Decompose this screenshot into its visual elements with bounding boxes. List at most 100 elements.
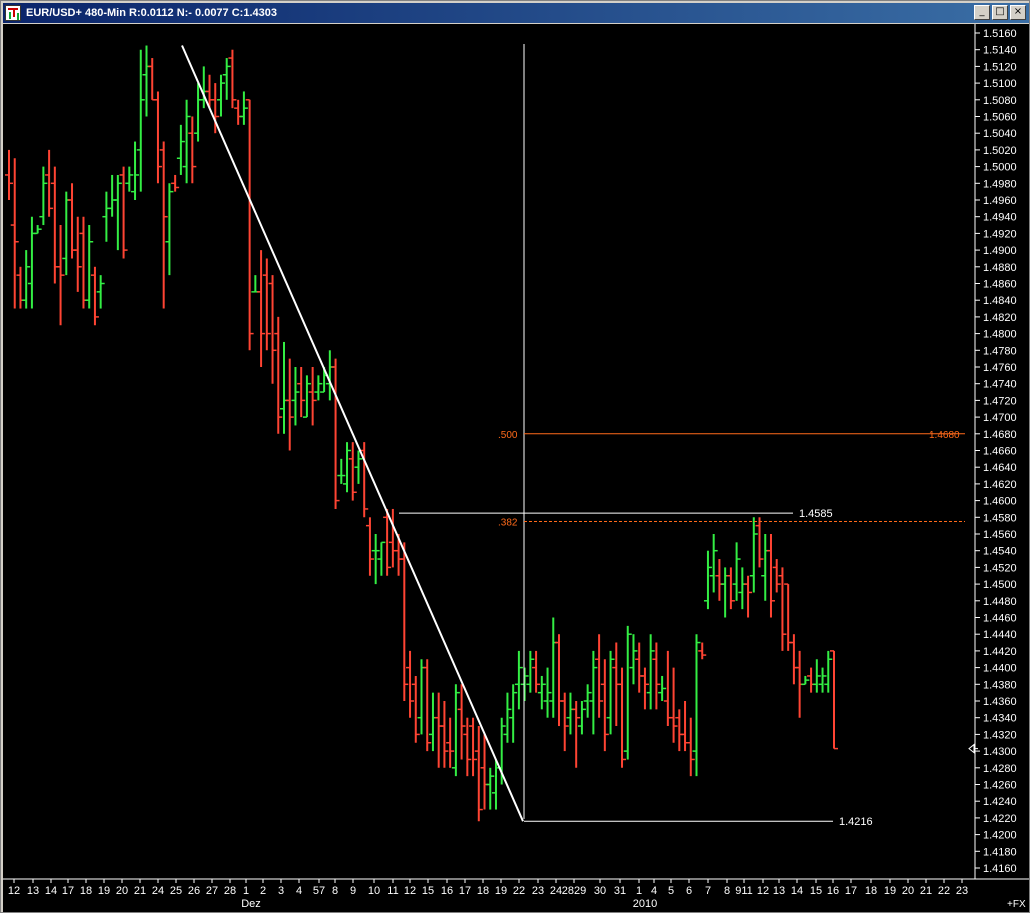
drawing-objects[interactable]: 1.4585 1.4216 .500 1.4680 .382 [181,44,965,828]
ohlc-bar [812,659,821,693]
ohlc-bar [274,316,283,434]
ohlc-bar [165,183,174,276]
price-tick-label: 1.5140 [983,45,1017,57]
instrument-corner-label: +FX [1007,899,1026,910]
price-tick-label: 1.5040 [983,128,1017,140]
chart-area[interactable]: 1.4585 1.4216.500 1.4680.382 1.5160 1.5140 1… [3,24,1029,912]
ohlc-bar [73,216,82,292]
time-tick-label: 14 [45,885,57,897]
time-tick-label: 17 [845,885,857,897]
ohlc-bar [68,183,77,259]
time-tick-label: 18 [80,885,92,897]
chart-app-icon[interactable] [5,5,21,21]
time-axis[interactable]: 12 13 14 17 18 19 20 21 24 25 26 27 28 1 2 3 4 57 8 9 10 11 12… [3,878,1029,910]
price-tick-label: 1.4520 [983,562,1017,574]
ohlc-bar [314,375,323,401]
price-tick-label: 1.4480 [983,596,1017,608]
time-tick-label: 5 [668,885,674,897]
time-tick-label: 9 [350,885,356,897]
ohlc-bar [726,567,735,610]
time-tick-label: 1 [243,885,249,897]
price-tick-label: 1.4700 [983,412,1017,424]
price-tick-label: 1.4400 [983,663,1017,675]
maximize-button[interactable]: □ [992,5,1008,20]
ohlc-bar [222,58,231,100]
ohlc-bar [119,166,128,259]
ohlc-bar [789,634,798,685]
ohlc-bar [125,166,134,192]
time-tick-label: 10 [368,885,380,897]
ohlc-bar [698,642,707,660]
time-tick-label: 16 [827,885,839,897]
ohlc-bar [766,534,775,618]
price-tick-label: 1.5000 [983,162,1017,174]
price-tick-label: 1.4500 [983,579,1017,591]
ohlc-bar [411,675,420,743]
ohlc-bar [480,734,489,810]
ohlc-bar [440,701,449,768]
ohlc-bar [652,642,661,710]
ohlc-bar [56,225,65,326]
ohlc-bar [16,266,25,309]
ohlc-bar [194,83,203,142]
time-tick-label: 8 [332,885,338,897]
ohlc-bar [90,266,99,326]
price-tick-label: 1.4940 [983,212,1017,224]
ohlc-bar [10,158,19,309]
time-tick-label: 18 [865,885,877,897]
price-tick-label: 1.5080 [983,95,1017,107]
time-tick-label: 2829 [562,885,586,897]
price-tick-label: 1.4200 [983,830,1017,842]
ohlc-bar [749,517,758,593]
ohlc-bar [543,667,552,718]
ohlc-bar [245,99,254,351]
ohlc-bar [257,250,266,367]
price-tick-label: 1.5020 [983,145,1017,157]
time-tick-label: 7 [705,885,711,897]
close-button[interactable]: × [1010,5,1026,20]
ohlc-bar [509,684,518,743]
ohlc-bar [606,650,615,735]
time-tick-label: 18 [477,885,489,897]
minimize-button[interactable]: _ [974,5,990,20]
price-tick-label: 1.4900 [983,245,1017,257]
low-line-label: 1.4216 [839,816,873,828]
time-tick-label: 20 [116,885,128,897]
time-tick-label: 14 [791,885,803,897]
ohlc-bar [423,659,432,752]
price-tick-label: 1.4320 [983,729,1017,741]
ohlc-bar [102,191,111,242]
ohlc-bar [285,358,294,451]
time-tick-label: 15 [422,885,434,897]
ohlc-bar [136,49,145,192]
price-tick-label: 1.4540 [983,546,1017,558]
price-tick-label: 1.4180 [983,846,1017,858]
ohlc-bar [188,116,197,184]
time-tick-label: 12 [404,885,416,897]
time-tick-label: 4 [651,885,657,897]
ohlc-bar [635,642,644,693]
window-title: EUR/USD+ 480-Min R:0.0112 N:- 0.0077 C:1… [26,7,277,19]
ohlc-bar [818,667,827,693]
price-tick-label: 1.4720 [983,395,1017,407]
price-tick-label: 1.5100 [983,78,1017,90]
time-tick-label: 12 [8,885,20,897]
time-tick-label: 25 [170,885,182,897]
time-tick-label: 11 [387,885,398,897]
ohlc-bar [85,225,94,309]
ohlc-bar [469,717,478,777]
title-bar[interactable]: EUR/USD+ 480-Min R:0.0112 N:- 0.0077 C:1… [3,3,1029,23]
ohlc-bar [623,625,632,760]
price-chart[interactable]: 1.45851.4216.500 1.4680.382 1.51601.51401… [3,24,1029,912]
price-tick-label: 1.4240 [983,796,1017,808]
price-axis[interactable]: 1.5160 1.5140 1.5120 1.5100 1.5080 1.5060 1.50… [968,24,1017,879]
trend-line[interactable] [181,45,524,822]
price-tick-label: 1.4300 [983,746,1017,758]
ohlc-bar [96,275,105,309]
ohlc-bar [824,650,833,693]
time-tick-label: 22 [938,885,950,897]
ohlc-bar [646,634,655,710]
ohlc-bar [778,567,787,651]
ohlc-bar [830,650,838,750]
ohlc-bar [108,174,117,217]
